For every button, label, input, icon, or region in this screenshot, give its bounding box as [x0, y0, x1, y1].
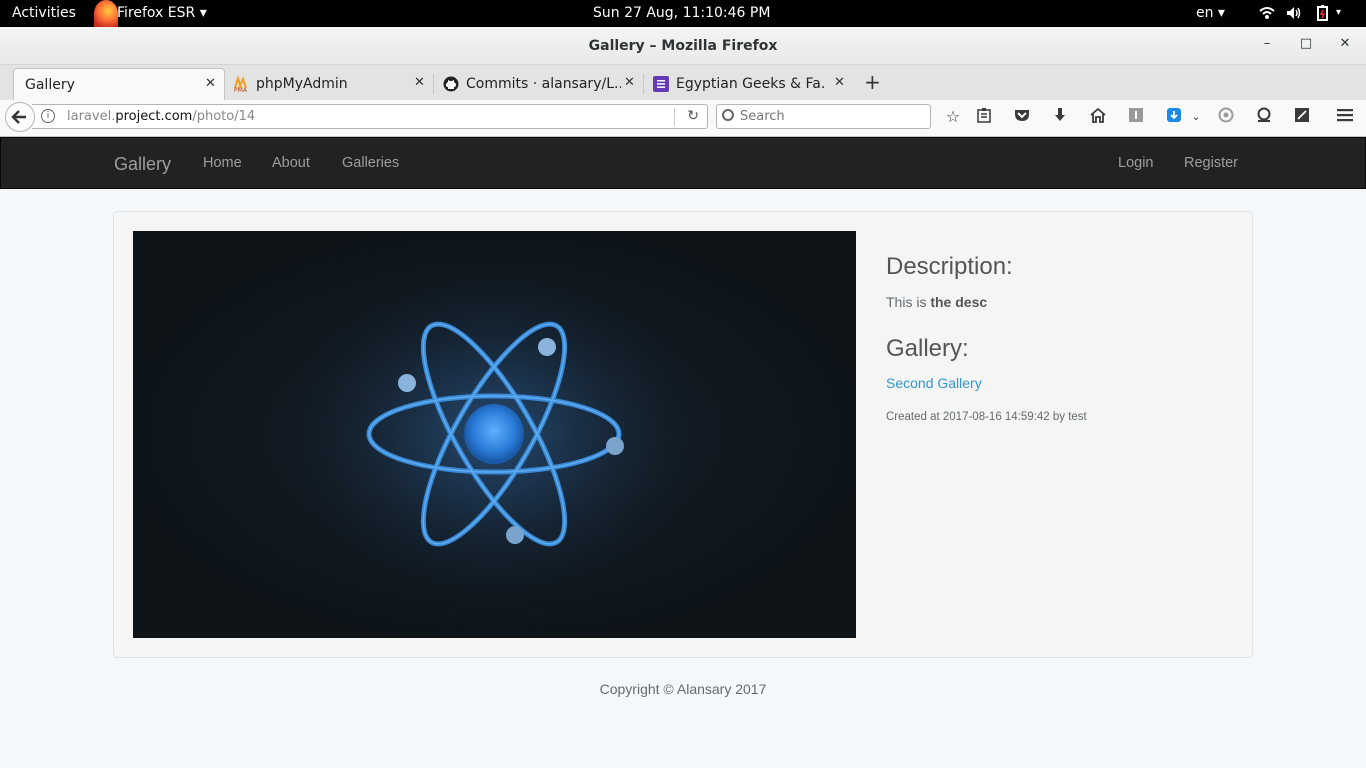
tab-label: Commits · alansary/L...	[466, 76, 621, 92]
nav-about[interactable]: About	[272, 155, 310, 171]
tab-gallery[interactable]: Gallery ✕	[13, 68, 225, 100]
system-menu-arrow-icon[interactable]: ▾	[1336, 7, 1354, 25]
gallery-heading: Gallery:	[886, 335, 969, 362]
nav-galleries[interactable]: Galleries	[342, 155, 399, 171]
pma-icon: PMA	[233, 74, 249, 94]
photo-image	[133, 231, 856, 638]
site-info-icon[interactable]: i	[41, 109, 55, 123]
extension-circle-icon[interactable]	[1216, 107, 1236, 127]
tab-commits[interactable]: Commits · alansary/L... ✕	[437, 68, 644, 100]
bookmark-star-icon[interactable]: ☆	[943, 107, 963, 127]
page-footer: Copyright © Alansary 2017	[599, 681, 767, 697]
list-icon	[653, 76, 669, 92]
search-bar[interactable]: Search	[716, 104, 931, 129]
clock[interactable]: Sun 27 Aug, 11:10:46 PM	[593, 5, 770, 21]
gallery-link[interactable]: Second Gallery	[886, 375, 982, 391]
extension-grey-icon[interactable]	[1126, 107, 1146, 127]
reload-icon[interactable]: ↻	[687, 108, 699, 124]
app-menu[interactable]: Firefox ESR ▾	[117, 5, 207, 21]
svg-text:PMA: PMA	[234, 87, 248, 92]
search-placeholder: Search	[740, 109, 785, 124]
site-navbar: Gallery Home About Galleries Login Regis…	[0, 137, 1366, 189]
close-window-button[interactable]: ✕	[1336, 36, 1354, 54]
description-text: This is the desc	[886, 294, 988, 310]
minimize-button[interactable]: –	[1258, 36, 1276, 54]
wifi-icon[interactable]	[1258, 4, 1276, 22]
firefox-logo-icon	[94, 0, 118, 27]
back-button[interactable]	[5, 102, 35, 132]
tab-close-icon[interactable]: ✕	[205, 76, 216, 91]
nav-register[interactable]: Register	[1184, 155, 1238, 171]
dropdown-arrow-icon[interactable]: ⌄	[1186, 107, 1206, 127]
github-icon	[443, 76, 459, 92]
tab-close-icon[interactable]: ✕	[834, 75, 845, 90]
tab-egyptian-geeks[interactable]: Egyptian Geeks & Fa... ✕	[647, 68, 853, 100]
nav-login[interactable]: Login	[1118, 155, 1153, 171]
downloads-icon[interactable]	[1050, 107, 1070, 127]
pocket-icon[interactable]	[1012, 107, 1032, 127]
tab-close-icon[interactable]: ✕	[624, 75, 635, 90]
search-icon	[722, 109, 734, 121]
atom-illustration	[274, 244, 714, 624]
site-brand[interactable]: Gallery	[114, 154, 171, 175]
extension-blue-icon[interactable]	[1164, 107, 1184, 127]
activities-button[interactable]: Activities	[12, 5, 76, 21]
created-info: Created at 2017-08-16 14:59:42 by test	[886, 411, 1087, 423]
tab-strip: Gallery ✕ PMA phpMyAdmin ✕ Commits · ala…	[0, 65, 1366, 100]
maximize-button[interactable]: □	[1297, 36, 1315, 54]
url-bar[interactable]: i laravel.project.com/photo/14 ↻	[32, 104, 708, 129]
window-title: Gallery – Mozilla Firefox	[588, 38, 778, 54]
tab-close-icon[interactable]: ✕	[414, 75, 425, 90]
bookmarks-menu-icon[interactable]	[974, 107, 994, 127]
hamburger-menu-icon[interactable]	[1335, 107, 1355, 127]
extension-pen-icon[interactable]	[1292, 107, 1312, 127]
back-arrow-icon	[11, 110, 26, 124]
new-tab-button[interactable]: +	[864, 70, 881, 94]
description-heading: Description:	[886, 253, 1013, 280]
tab-label: Gallery	[25, 77, 75, 93]
browser-toolbar: i laravel.project.com/photo/14 ↻ Search …	[0, 100, 1366, 137]
photo-panel: Description: This is the desc Gallery: S…	[113, 211, 1253, 658]
tab-label: Egyptian Geeks & Fa...	[676, 76, 826, 92]
extension-dark-icon[interactable]	[1254, 107, 1274, 127]
volume-icon[interactable]	[1285, 4, 1303, 22]
system-top-bar: Activities Firefox ESR ▾ Sun 27 Aug, 11:…	[0, 0, 1366, 27]
battery-icon[interactable]	[1314, 4, 1332, 22]
home-icon[interactable]	[1088, 107, 1108, 127]
tab-phpmyadmin[interactable]: PMA phpMyAdmin ✕	[227, 68, 434, 100]
url-text[interactable]: laravel.project.com/photo/14	[67, 109, 255, 124]
window-titlebar: Gallery – Mozilla Firefox – □ ✕	[0, 27, 1366, 65]
tab-label: phpMyAdmin	[256, 76, 348, 92]
nav-home[interactable]: Home	[203, 155, 242, 171]
language-selector[interactable]: en ▾	[1196, 5, 1225, 21]
